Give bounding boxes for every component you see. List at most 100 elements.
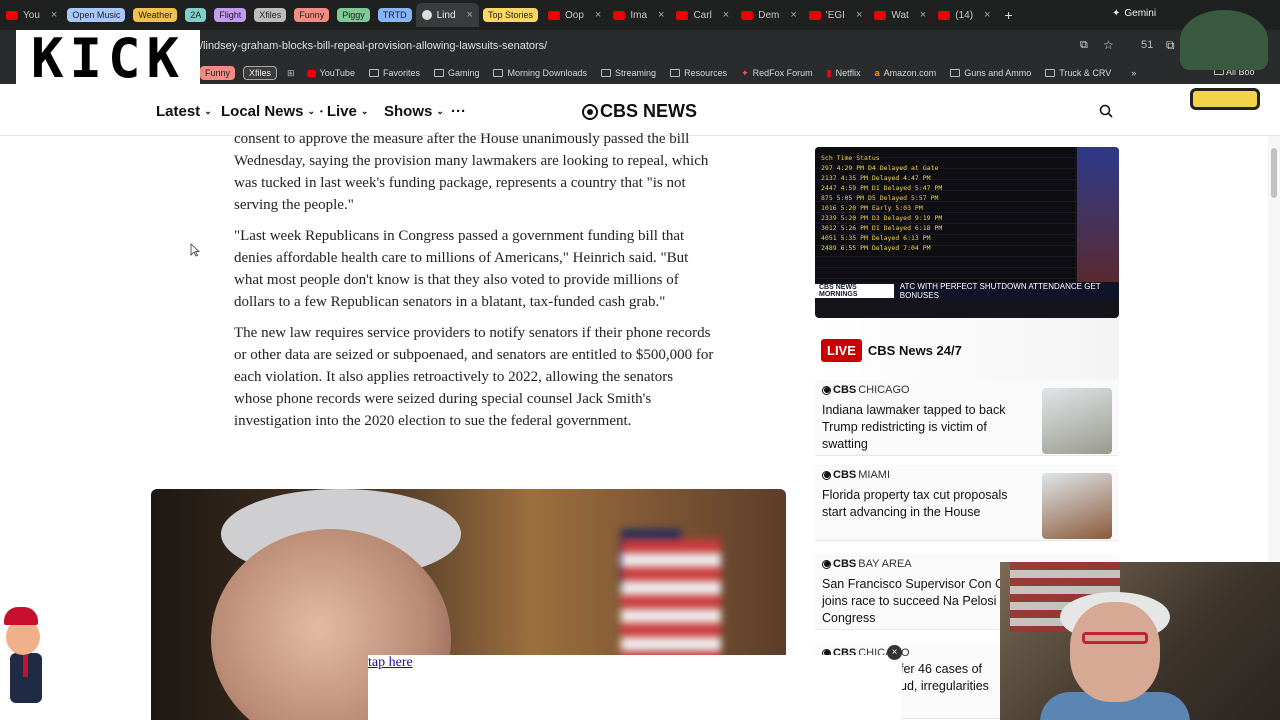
browser-tab-bar: You × Open Music Weather 2A Flight Xfiles Funny… [0, 0, 1280, 30]
scrollbar-thumb[interactable] [1271, 148, 1277, 198]
kick-overlay-logo: KICK [16, 30, 200, 88]
install-icon[interactable]: ⧉ [1080, 39, 1088, 52]
browser-tab[interactable]: (14) × [932, 3, 996, 27]
ad-close-button[interactable]: × [887, 645, 902, 660]
story-card[interactable]: CBS CHICAGO Indiana lawmaker tapped to ba… [815, 380, 1119, 456]
bookmark-xfiles[interactable]: Xfiles [243, 66, 278, 80]
more-bookmarks-icon[interactable]: » [1131, 68, 1136, 78]
nav-latest[interactable]: Latest ⌄ [156, 103, 212, 120]
browser-tab[interactable]: Wat × [868, 3, 932, 27]
article-body: consent to approve the measure after the… [234, 128, 714, 441]
live-video-player[interactable]: Sch Time Status 297 4:29 PM D4 Delayed a… [815, 147, 1119, 318]
tab-close-icon[interactable]: × [984, 9, 990, 21]
browser-tab[interactable]: Carl × [670, 3, 735, 27]
tab-group-flight[interactable]: Flight [214, 8, 247, 22]
search-icon[interactable] [1099, 104, 1113, 118]
chevron-down-icon: ⌄ [307, 106, 316, 116]
bookmark-morning-downloads[interactable]: Morning Downloads [493, 68, 587, 78]
bookmark-favorites[interactable]: Favorites [368, 68, 420, 78]
bookmark-redfox-forum[interactable]: ✦ RedFox Forum [741, 68, 813, 79]
live-bar[interactable]: LIVE CBS News 24/7 [815, 318, 1119, 382]
article-paragraph: consent to approve the measure after the… [234, 131, 709, 213]
bookmark-truck-crv[interactable]: Truck & CRV [1045, 68, 1111, 78]
browser-tab[interactable]: Dem × [735, 3, 803, 27]
ad-overlay: tap here [368, 655, 902, 720]
tab-group-2a[interactable]: 2A [185, 8, 207, 22]
tab-close-icon[interactable]: × [790, 9, 796, 21]
character-tie [23, 655, 28, 677]
star-icon[interactable]: ☆ [1103, 38, 1114, 52]
tab-group-funny[interactable]: Funny [294, 8, 330, 22]
card-title: Indiana lawmaker tapped to back Trump re… [822, 403, 1006, 451]
article-paragraph: The new law requires service providers t… [234, 325, 714, 429]
browser-tab[interactable]: Oop × [542, 3, 607, 27]
apps-grid-icon[interactable]: ⊞ [287, 68, 295, 79]
ticker-text: ATC WITH PERFECT SHUTDOWN ATTENDANCE GET… [899, 282, 1101, 300]
nav-live[interactable]: • Live ⌄ [320, 103, 368, 120]
chevron-down-icon: ⌄ [204, 106, 212, 116]
tab-label: You [23, 9, 40, 21]
character-overlay [0, 605, 60, 720]
tab-close-icon[interactable]: × [723, 9, 729, 21]
bookmark-funny[interactable]: Funny [200, 66, 236, 80]
bookmark-youtube[interactable]: YouTube [306, 68, 355, 78]
folder-icon [670, 69, 681, 77]
browser-tab[interactable]: 'EGI × [803, 3, 869, 27]
tab-close-icon[interactable]: × [856, 9, 862, 21]
tab-close-icon[interactable]: × [467, 9, 473, 21]
bookmark-resources[interactable]: Resources [670, 68, 727, 78]
tab-close-icon[interactable]: × [51, 9, 57, 21]
extension-counter[interactable]: 51 [1141, 39, 1153, 51]
new-tab-button[interactable]: + [1004, 7, 1012, 23]
tab-group-open-music[interactable]: Open Music [67, 8, 126, 22]
tab-group-xfiles[interactable]: Xfiles [254, 8, 287, 22]
folder-icon [493, 69, 504, 77]
american-flag [621, 539, 721, 659]
cbs-eye-icon [822, 385, 831, 395]
mouse-cursor-icon [190, 243, 200, 257]
story-card[interactable]: CBS MIAMI Florida property tax cut propos… [815, 465, 1119, 541]
ticker-logo: CBS NEWS MORNINGS [815, 284, 894, 298]
tab-group-top-stories[interactable]: Top Stories [482, 8, 538, 22]
nav-shows[interactable]: Shows ⌄ [384, 103, 444, 120]
tab-group-weather[interactable]: Weather [133, 8, 178, 22]
bookmark-netflix[interactable]: ▮ Netflix [827, 68, 861, 79]
tab-favicon-icon [874, 10, 887, 20]
tab-close-icon[interactable]: × [658, 9, 664, 21]
amazon-icon: a [874, 68, 880, 78]
bookmark-guns-and-ammo[interactable]: Guns and Ammo [950, 68, 1031, 78]
live-badge: LIVE [821, 338, 862, 362]
article-paragraph: "Last week Republicans in Congress passe… [234, 228, 689, 310]
tab-label: Dem [758, 9, 780, 21]
bookmark-gaming[interactable]: Gaming [433, 68, 479, 78]
live-dot-icon: • [320, 107, 323, 116]
tab-label: Lind [436, 9, 456, 21]
tab-group-piggy[interactable]: Piggy [337, 8, 370, 22]
bookmark-streaming[interactable]: Streaming [601, 68, 656, 78]
browser-tab[interactable]: You × [0, 3, 63, 27]
avatar-cap [1180, 10, 1268, 70]
tab-group-trtd[interactable]: TRTD [377, 8, 412, 22]
gemini-button[interactable]: ✦ Gemini [1112, 8, 1156, 19]
tab-close-icon[interactable]: × [920, 9, 926, 21]
bookmark-amazon[interactable]: a Amazon.com [875, 68, 937, 78]
extensions-icon[interactable]: ⧉ [1166, 38, 1175, 53]
tab-favicon-icon [938, 10, 951, 20]
cam-person-glasses [1082, 632, 1148, 644]
url-text[interactable]: /lindsey-graham-blocks-bill-repeal-provi… [200, 40, 547, 52]
live-title: CBS News 24/7 [867, 342, 962, 358]
tab-favicon-icon [6, 10, 18, 20]
ad-tap-here-link[interactable]: tap here [368, 655, 413, 671]
video-ticker: CBS NEWS MORNINGS ATC WITH PERFECT SHUTD… [815, 282, 1119, 300]
tab-favicon-icon [676, 10, 689, 20]
browser-tab[interactable]: Ima × [607, 3, 670, 27]
browser-tab[interactable]: Lind × [415, 3, 479, 27]
tab-label: Carl [693, 9, 712, 21]
folder-icon [1045, 69, 1056, 77]
tab-close-icon[interactable]: × [595, 9, 601, 21]
tab-label: (14) [955, 9, 974, 21]
nav-local-news[interactable]: Local News ⌄ [221, 103, 315, 120]
tab-favicon-icon [421, 10, 432, 20]
nav-more-button[interactable]: ··· [451, 103, 466, 120]
cbs-news-logo[interactable]: CBS NEWS [582, 101, 697, 122]
